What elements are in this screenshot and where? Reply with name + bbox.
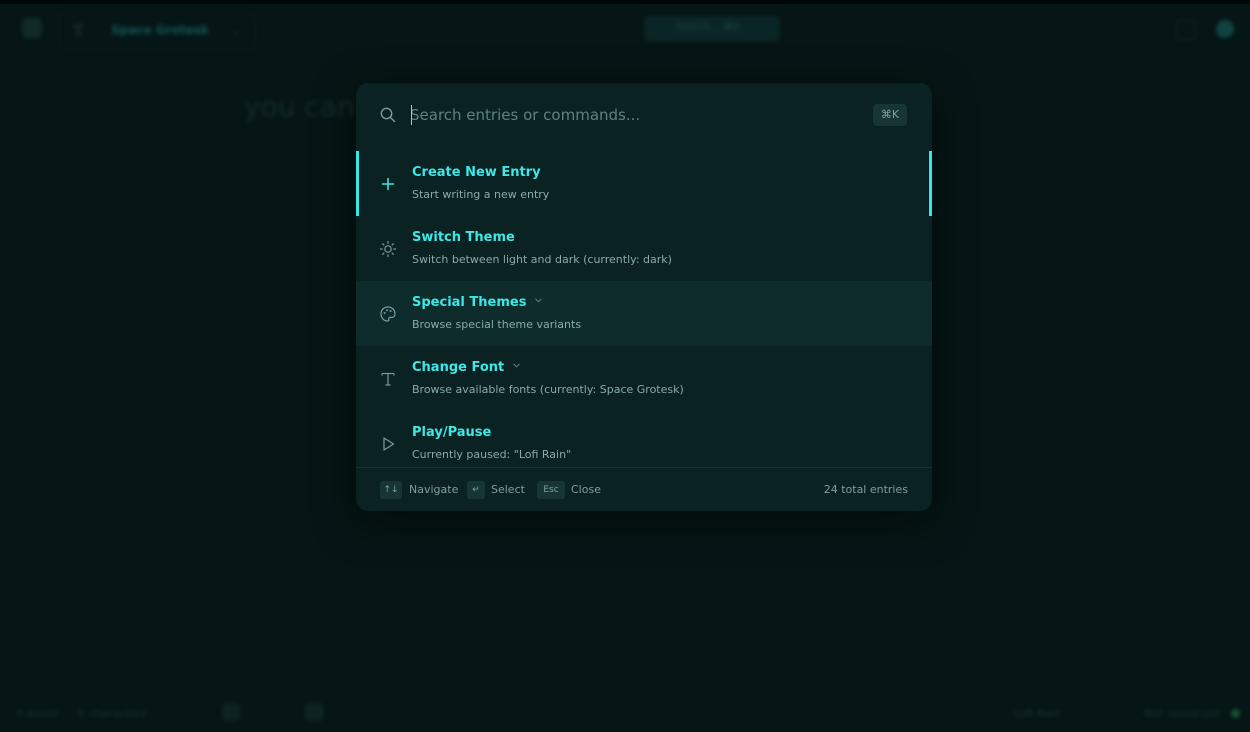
command-title: Create New Entry	[412, 165, 541, 180]
command-subtitle: Start writing a new entry	[412, 188, 550, 201]
editor-placeholder[interactable]: you can	[244, 90, 355, 123]
close-label: Close	[571, 483, 601, 496]
sidebar-toggle-icon[interactable]	[22, 18, 42, 38]
command-subtitle: Currently paused: "Lofi Rain"	[412, 448, 572, 461]
search-button[interactable]: Search... ⌘K	[644, 16, 780, 42]
command-subtitle: Switch between light and dark (currently…	[412, 253, 672, 266]
save-status-dot	[1231, 709, 1240, 718]
palette-icon	[380, 306, 396, 322]
command-item-switch-theme[interactable]: Switch Theme Switch between light and da…	[356, 216, 932, 281]
command-title: Special Themes	[412, 295, 527, 310]
chevron-down-icon	[535, 298, 543, 303]
command-title: Switch Theme	[412, 230, 515, 245]
command-item-create-new-entry[interactable]: Create New Entry Start writing a new ent…	[356, 151, 932, 216]
font-icon: T	[73, 21, 84, 40]
chevron-down-icon	[513, 363, 520, 368]
command-item-play-pause[interactable]: Play/Pause Currently paused: "Lofi Rain"	[356, 411, 932, 467]
top-toolbar: T Space Grotesk ⌄ Search... ⌘K	[0, 4, 1250, 52]
command-title-row: Change Font	[412, 360, 521, 375]
select-label: Select	[491, 483, 525, 496]
plus-icon	[381, 177, 395, 191]
saved-status: Not saved yet	[1144, 707, 1221, 720]
character-count: 0 characters	[78, 707, 147, 720]
active-indicator-left	[356, 151, 359, 216]
line-height-box[interactable]	[305, 703, 323, 721]
command-list: Create New Entry Start writing a new ent…	[356, 151, 932, 467]
search-icon	[380, 107, 396, 123]
fullscreen-icon[interactable]	[1176, 20, 1196, 40]
status-bar: 0 words 0 characters Lofi Rain Not saved…	[0, 684, 1250, 732]
command-title: Play/Pause	[412, 425, 492, 440]
search-row: ⌘K	[356, 83, 932, 147]
command-subtitle: Browse available fonts (currently: Space…	[412, 383, 684, 396]
search-hint: Search... ⌘K	[676, 22, 740, 33]
sun-icon	[379, 240, 397, 258]
chevron-down-icon: ⌄	[231, 23, 242, 37]
palette-footer: ↑↓ Navigate ↵ Select Esc Close 24 total …	[356, 467, 932, 511]
search-input[interactable]	[410, 101, 850, 129]
shortcut-badge: ⌘K	[873, 104, 907, 126]
command-title: Change Font	[412, 360, 505, 375]
font-name: Space Grotesk	[111, 23, 209, 37]
command-item-special-themes[interactable]: Special Themes Browse special theme vari…	[356, 281, 932, 346]
play-icon	[383, 437, 395, 451]
navigate-key: ↑↓	[380, 481, 402, 499]
status-indicator-icon[interactable]	[1216, 20, 1234, 38]
command-palette: ⌘K Create New Entry Start writing a new …	[356, 83, 932, 511]
close-key: Esc	[537, 481, 565, 499]
font-size-box[interactable]	[222, 703, 240, 721]
word-count: 0 words	[16, 707, 60, 720]
font-selector[interactable]: T Space Grotesk ⌄	[58, 12, 256, 50]
text-caret	[411, 105, 412, 125]
font-icon	[381, 372, 395, 386]
command-item-change-font[interactable]: Change Font Browse available fonts (curr…	[356, 346, 932, 411]
command-subtitle: Browse special theme variants	[412, 318, 582, 331]
total-entries: 24 total entries	[823, 483, 908, 496]
command-title-row: Special Themes	[412, 295, 543, 310]
active-indicator-right	[929, 151, 932, 216]
select-key: ↵	[467, 481, 485, 499]
navigate-label: Navigate	[409, 483, 459, 496]
track-name: Lofi Rain	[1014, 707, 1062, 720]
